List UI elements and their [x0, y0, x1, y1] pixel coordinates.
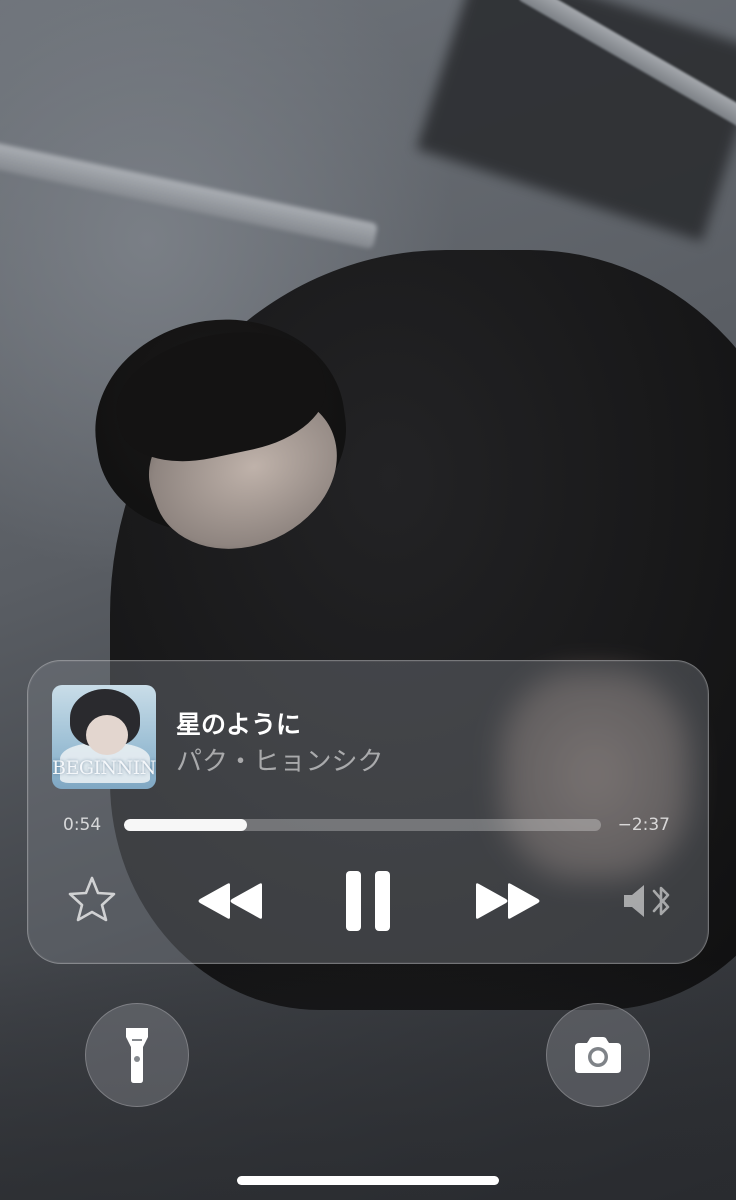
fast-forward-button[interactable] — [472, 875, 544, 927]
flashlight-button[interactable] — [85, 1003, 189, 1107]
rewind-button[interactable] — [194, 875, 266, 927]
home-indicator[interactable] — [237, 1176, 499, 1185]
fast-forward-icon — [476, 883, 540, 919]
wallpaper-railing — [0, 136, 379, 250]
pause-button[interactable] — [338, 867, 398, 935]
star-outline-icon — [68, 876, 116, 922]
progress-scrubber[interactable] — [124, 819, 601, 831]
song-artist: パク・ヒョンシク — [176, 747, 384, 777]
wallpaper-backdrop-panel — [416, 0, 736, 242]
flashlight-icon — [126, 1028, 148, 1083]
album-art-figure — [86, 715, 128, 755]
album-art-title: BEGINNING — [52, 757, 156, 779]
speaker-bluetooth-icon — [624, 885, 670, 917]
audio-output-button[interactable] — [618, 875, 678, 927]
song-title: 星のように — [176, 710, 302, 739]
rewind-icon — [198, 883, 262, 919]
elapsed-time: 0:54 — [63, 815, 102, 835]
album-art[interactable]: BEGINNING — [52, 685, 156, 789]
camera-button[interactable] — [546, 1003, 650, 1107]
now-playing-widget[interactable]: BEGINNING 星のように パク・ヒョンシク 0:54 −2:37 — [27, 660, 709, 964]
progress-fill — [124, 819, 247, 831]
remaining-time: −2:37 — [617, 815, 670, 835]
camera-icon — [575, 1037, 621, 1073]
favorite-button[interactable] — [64, 871, 120, 927]
pause-icon — [346, 871, 390, 931]
